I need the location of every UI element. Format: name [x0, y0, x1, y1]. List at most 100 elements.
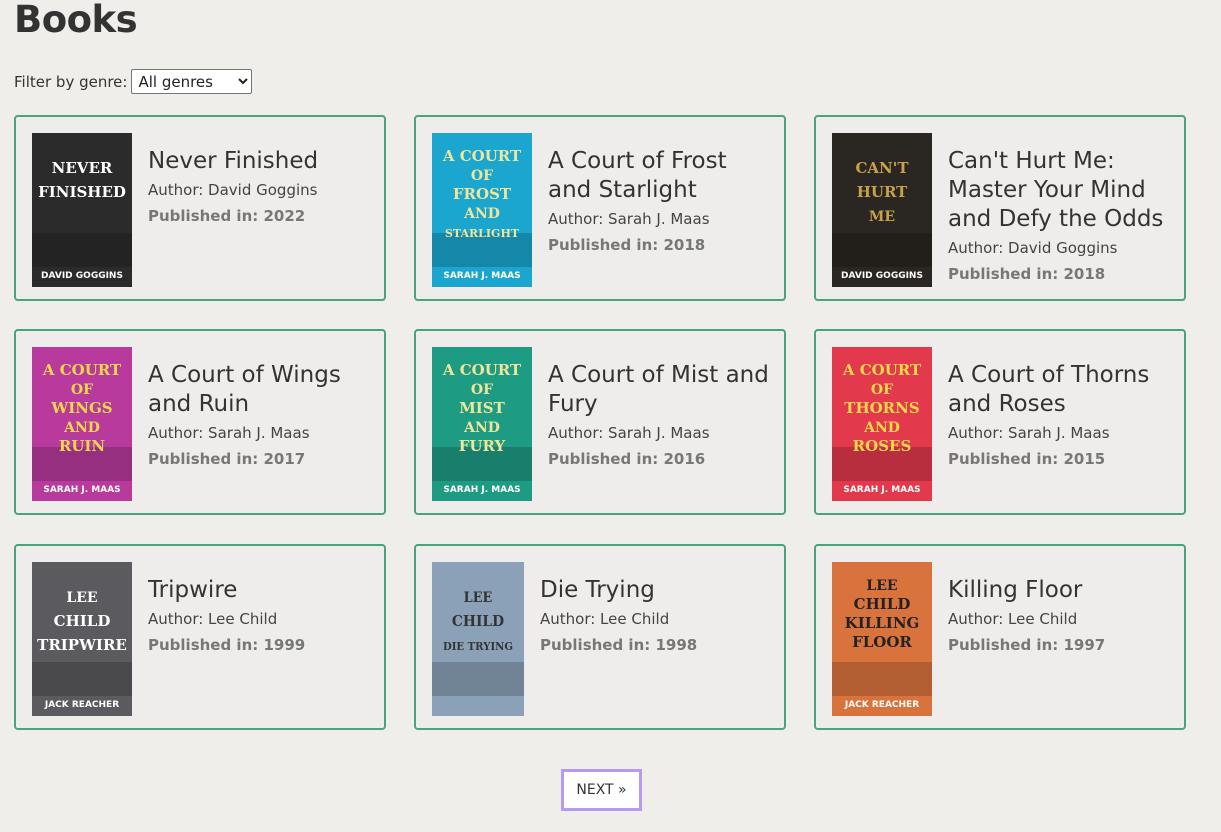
- genre-filter: Filter by genre: All genres: [14, 69, 253, 94]
- cover-author-text: DAVID GOGGINS: [41, 271, 123, 281]
- book-title[interactable]: A Court of Thorns and Roses: [948, 361, 1172, 419]
- book-title[interactable]: Can't Hurt Me: Master Your Mind and Defy…: [948, 147, 1172, 234]
- cover-text: OF: [871, 382, 893, 398]
- cover-text: TRIPWIRE: [37, 636, 127, 654]
- cover-text: OF: [71, 382, 93, 398]
- cover-text: ROSES: [853, 437, 912, 455]
- cover-art: A COURT OFWINGS ANDRUIN SARAH J. MAAS: [32, 347, 132, 501]
- cover-text: THORNS: [844, 399, 919, 417]
- genre-select[interactable]: All genres: [131, 69, 253, 94]
- cover-author-text: JACK REACHER: [44, 700, 119, 710]
- cover-text: KILLING: [845, 614, 920, 632]
- cover-text: CAN'T: [855, 159, 909, 177]
- cover-art: A COURT OFMIST ANDFURY SARAH J. MAAS: [432, 347, 532, 501]
- cover-art: A COURT OFTHORNS ANDROSES SARAH J. MAAS: [832, 347, 932, 501]
- cover-text: LEE: [464, 590, 493, 607]
- cover-author-text: SARAH J. MAAS: [43, 485, 120, 495]
- genre-filter-label: Filter by genre:: [14, 72, 128, 91]
- book-title[interactable]: A Court of Frost and Starlight: [548, 147, 772, 205]
- cover-author-text: SARAH J. MAAS: [843, 485, 920, 495]
- cover-author-text: JACK REACHER: [844, 700, 919, 710]
- cover-text: A COURT: [42, 361, 122, 379]
- cover-text: AND: [863, 420, 900, 436]
- page-title: Books: [14, 0, 138, 41]
- cover-art: LEECHILDKILLINGFLOOR JACK REACHER: [832, 562, 932, 716]
- book-title[interactable]: Killing Floor: [948, 576, 1172, 605]
- cover-text: WINGS: [50, 399, 112, 417]
- book-cover[interactable]: LEE CHILD KILLING FLOOR JACK REACHER: [832, 562, 932, 716]
- book-title[interactable]: Never Finished: [148, 147, 372, 176]
- cover-text: FINISHED: [38, 183, 126, 201]
- book-cover[interactable]: CAN'T HURT ME DAVID GOGGINS: [832, 133, 932, 287]
- cover-text: DIE TRYING: [443, 641, 513, 653]
- book-card[interactable]: A COURT OF WINGS AND RUIN SARAH J. MAAS A Cou…: [14, 329, 386, 515]
- book-cover[interactable]: A COURT OF WINGS AND RUIN SARAH J. MAAS: [32, 347, 132, 501]
- cover-author-text: DAVID GOGGINS: [841, 271, 923, 281]
- book-cover[interactable]: A COURT OF FROST AND STARLIGHT SARAH J. MAAS: [432, 133, 532, 287]
- cover-text: CHILD: [854, 595, 911, 613]
- book-published: Published in: 2018: [948, 265, 1106, 283]
- book-published: Published in: 2015: [948, 450, 1106, 468]
- book-card[interactable]: CAN'T HURT ME DAVID GOGGINS Can't Hurt Me: …: [814, 115, 1186, 301]
- book-author: Author: Sarah J. Maas: [548, 210, 710, 228]
- cover-text: A COURT: [442, 361, 522, 379]
- book-card[interactable]: A COURT OF MIST AND FURY SARAH J. MAAS A Cour…: [414, 329, 786, 515]
- book-author: Author: Sarah J. Maas: [548, 424, 710, 442]
- book-card[interactable]: A COURT OF THORNS AND ROSES SARAH J. MAAS A C…: [814, 329, 1186, 515]
- book-published: Published in: 2016: [548, 450, 706, 468]
- book-card[interactable]: LEE CHILD DIE TRYING Die Trying Author: Le…: [414, 544, 786, 730]
- book-cover[interactable]: A COURT OF THORNS AND ROSES SARAH J. MAAS: [832, 347, 932, 501]
- book-cover[interactable]: NEVER FINISHED DAVID GOGGINS: [32, 133, 132, 287]
- cover-art: LEE CHILD TRIPWIRE JACK REACHER: [32, 562, 132, 716]
- cover-text: CHILD: [54, 612, 111, 630]
- cover-text: NEVER: [52, 159, 113, 177]
- book-card[interactable]: A COURT OF FROST AND STARLIGHT SARAH J. MAAS …: [414, 115, 786, 301]
- cover-art: LEE CHILD DIE TRYING: [432, 562, 524, 716]
- book-published: Published in: 1998: [540, 636, 698, 654]
- book-author: Author: David Goggins: [148, 181, 318, 199]
- cover-text: A COURT: [442, 147, 522, 165]
- cover-text: A COURT: [842, 361, 922, 379]
- book-published: Published in: 2022: [148, 207, 306, 225]
- book-card[interactable]: LEE CHILD TRIPWIRE JACK REACHER Tripwire Au…: [14, 544, 386, 730]
- book-title[interactable]: Die Trying: [540, 576, 772, 605]
- cover-text: LEE: [66, 590, 97, 606]
- cover-text: OF: [471, 168, 493, 184]
- cover-text: ME: [869, 209, 895, 225]
- book-card[interactable]: NEVER FINISHED DAVID GOGGINS Never Finishe…: [14, 115, 386, 301]
- cover-art: NEVER FINISHED DAVID GOGGINS: [32, 133, 132, 287]
- book-author: Author: Lee Child: [948, 610, 1078, 628]
- cover-text: STARLIGHT: [445, 227, 520, 240]
- cover-art: CAN'T HURT ME DAVID GOGGINS: [832, 133, 932, 287]
- book-published: Published in: 1997: [948, 636, 1106, 654]
- book-cover[interactable]: A COURT OF MIST AND FURY SARAH J. MAAS: [432, 347, 532, 501]
- cover-text: FLOOR: [852, 633, 912, 651]
- cover-art: A COURT OFFROST AND STARLIGHT SARAH J. MAAS: [432, 133, 532, 287]
- cover-text: AND: [463, 420, 500, 436]
- book-title[interactable]: A Court of Wings and Ruin: [148, 361, 372, 419]
- cover-text: RUIN: [59, 437, 106, 455]
- book-cover[interactable]: LEE CHILD TRIPWIRE JACK REACHER: [32, 562, 132, 716]
- cover-text: MIST: [459, 399, 505, 417]
- next-page-button[interactable]: NEXT »: [561, 769, 642, 811]
- cover-text: LEE: [866, 578, 897, 594]
- book-card[interactable]: LEE CHILD KILLING FLOOR JACK REACHER Killing…: [814, 544, 1186, 730]
- book-published: Published in: 2017: [148, 450, 306, 468]
- cover-text: HURT: [857, 183, 908, 201]
- cover-text: OF: [471, 382, 493, 398]
- book-cover[interactable]: LEE CHILD DIE TRYING: [432, 562, 524, 716]
- book-published: Published in: 1999: [148, 636, 306, 654]
- cover-author-text: SARAH J. MAAS: [443, 271, 520, 281]
- book-author: Author: Sarah J. Maas: [948, 424, 1110, 442]
- cover-text: CHILD: [452, 612, 504, 630]
- cover-text: AND: [63, 420, 100, 436]
- book-title[interactable]: A Court of Mist and Fury: [548, 361, 772, 419]
- book-author: Author: Lee Child: [540, 610, 670, 628]
- cover-author-text: SARAH J. MAAS: [443, 485, 520, 495]
- cover-text: AND: [463, 206, 500, 222]
- book-title[interactable]: Tripwire: [148, 576, 372, 605]
- book-author: Author: David Goggins: [948, 239, 1118, 257]
- cover-text: FROST: [453, 185, 512, 203]
- cover-text: FURY: [459, 437, 506, 455]
- book-published: Published in: 2018: [548, 236, 706, 254]
